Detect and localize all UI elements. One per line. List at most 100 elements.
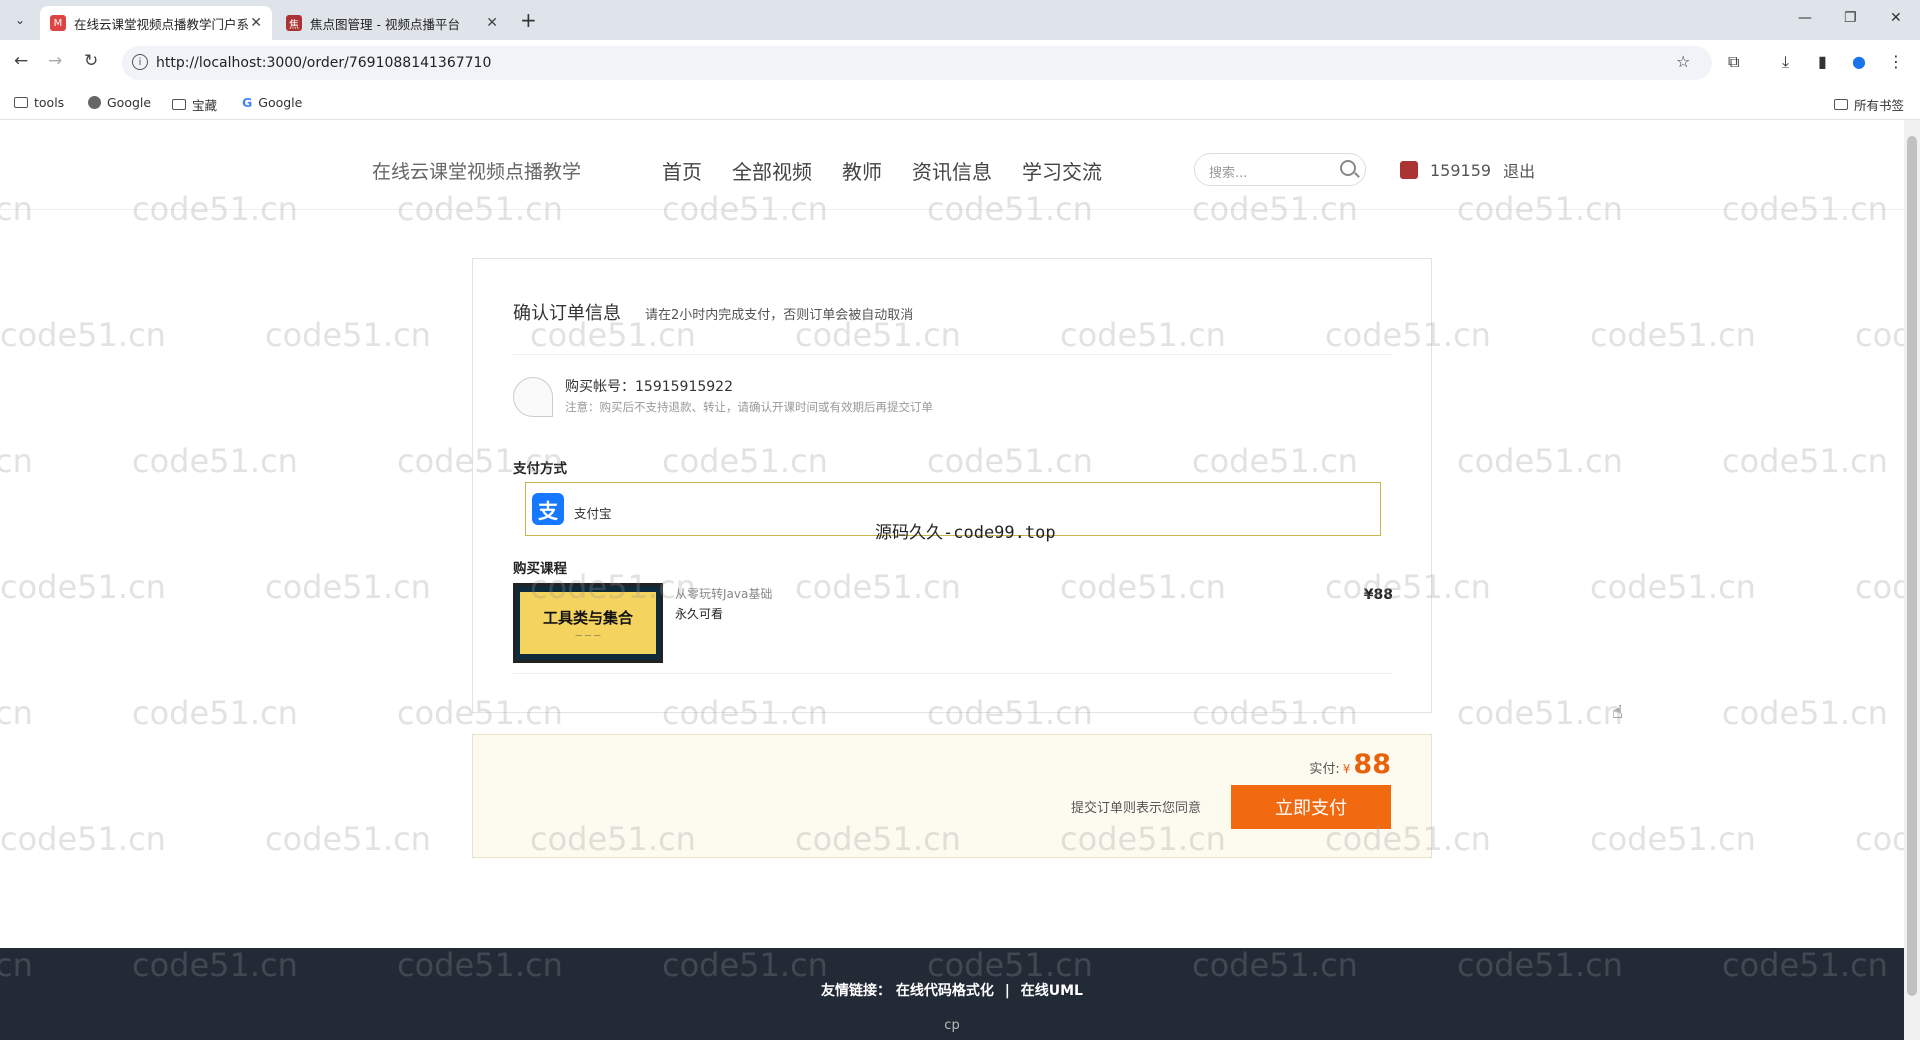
bookmark-treasure[interactable]: 宝藏 <box>172 95 217 114</box>
watermark-text: code51.cn <box>0 568 166 606</box>
course-price: ¥88 <box>1363 587 1393 603</box>
main-nav: 首页 全部视频 教师 资讯信息 学习交流 <box>662 156 1102 185</box>
watermark-text: code51.cn <box>1590 820 1756 858</box>
avatar[interactable] <box>1400 161 1418 179</box>
watermark-text: code51.cn <box>1855 820 1904 858</box>
bookmark-label: 所有书签 <box>1854 98 1905 113</box>
copyright: cp <box>944 1018 960 1033</box>
tab-title: 焦点图管理 - 视频点播平台 <box>310 16 460 32</box>
bookmark-google[interactable]: Google <box>88 95 151 110</box>
paid-label: 实付: <box>1309 762 1340 777</box>
watermark-text: code51.cn <box>0 820 166 858</box>
nav-teachers[interactable]: 教师 <box>842 156 882 185</box>
search-placeholder: 搜索... <box>1209 166 1248 181</box>
close-window-icon[interactable]: ✕ <box>1890 10 1902 26</box>
username[interactable]: 159159 <box>1430 161 1491 180</box>
folder-icon <box>1834 99 1848 110</box>
bookmark-label: Google <box>258 95 303 110</box>
site-header: 在线云课堂视频点播教学 首页 全部视频 教师 资讯信息 学习交流 搜索... 1… <box>0 120 1904 210</box>
restore-icon[interactable]: ❐ <box>1844 10 1857 26</box>
paid-amount: 实付: ¥ 88 <box>1309 749 1391 780</box>
web-page: 在线云课堂视频点播教学 首页 全部视频 教师 资讯信息 学习交流 搜索... 1… <box>0 120 1904 1040</box>
agreement-text: 提交订单则表示您同意 <box>1071 801 1202 816</box>
watermark-text: code51.cn <box>1722 442 1888 480</box>
new-tab-icon[interactable]: + <box>520 8 537 32</box>
link-code-format[interactable]: 在线代码格式化 <box>896 983 994 999</box>
watermark-text: code51.cn <box>1590 316 1756 354</box>
browser-tab-active[interactable]: M 在线云课堂视频点播教学门户系 ✕ <box>40 6 272 40</box>
purchase-note: 注意：购买后不支持退款、转让，请确认开课时间或有效期后再提交订单 <box>565 400 933 414</box>
profile-icon[interactable]: ● <box>1852 52 1866 71</box>
overlay-text: 源码久久-code99.top <box>875 523 1056 543</box>
payment-summary: 实付: ¥ 88 提交订单则表示您同意 立即支付 <box>472 734 1432 858</box>
side-panel-icon[interactable]: ▮ <box>1818 52 1827 71</box>
scrollbar-thumb[interactable] <box>1907 136 1917 996</box>
nav-home[interactable]: 首页 <box>662 156 702 185</box>
extensions-icon[interactable]: ⧉ <box>1728 52 1739 72</box>
bookmark-star-icon[interactable]: ☆ <box>1676 52 1690 71</box>
account-label: 购买帐号：15915915922 <box>565 379 733 395</box>
logout-link[interactable]: 退出 <box>1503 158 1535 182</box>
google-icon: G <box>242 95 253 110</box>
link-separator: | <box>1004 983 1010 999</box>
site-info-icon[interactable]: i <box>132 54 148 70</box>
search-input[interactable]: 搜索... <box>1194 153 1366 186</box>
course-name[interactable]: 从零玩转Java基础 <box>675 585 772 602</box>
bookmark-label: Google <box>107 95 152 110</box>
account-avatar <box>513 377 553 417</box>
user-area: 159159 退出 <box>1400 158 1535 182</box>
browser-toolbar: ← → ↻ i http://localhost:3000/order/7691… <box>0 40 1920 86</box>
minimize-icon[interactable]: — <box>1798 10 1812 26</box>
divider <box>513 354 1393 355</box>
link-uml[interactable]: 在线UML <box>1021 983 1083 999</box>
search-icon[interactable] <box>1340 160 1356 176</box>
watermark-text: code51.cn <box>1722 694 1888 732</box>
back-icon[interactable]: ← <box>14 51 28 71</box>
pay-now-button[interactable]: 立即支付 <box>1231 785 1391 829</box>
browser-tab[interactable]: 焦 焦点图管理 - 视频点播平台 ✕ <box>276 6 508 40</box>
course-label: 购买课程 <box>513 561 567 577</box>
watermark-text: code51.cn <box>0 694 33 732</box>
forward-icon[interactable]: → <box>48 51 62 71</box>
site-favicon-icon: M <box>50 15 66 31</box>
thumbnail-subline: — — — <box>575 631 601 639</box>
watermark-text: code51.cn <box>265 568 431 606</box>
nav-all-videos[interactable]: 全部视频 <box>732 156 812 185</box>
browser-tab-strip: ⌄ M 在线云课堂视频点播教学门户系 ✕ 焦 焦点图管理 - 视频点播平台 ✕ … <box>0 0 1920 40</box>
bookmark-tools[interactable]: tools <box>14 95 64 110</box>
watermark-text: code51.cn <box>1457 694 1623 732</box>
nav-forum[interactable]: 学习交流 <box>1022 156 1102 185</box>
links-label: 友情链接： <box>821 983 891 999</box>
currency-symbol: ¥ <box>1342 762 1351 776</box>
mouse-cursor-icon: ☝ <box>1612 702 1623 723</box>
divider <box>513 673 1393 674</box>
watermark-text: code51.cn <box>1457 442 1623 480</box>
menu-icon[interactable]: ⋮ <box>1888 52 1904 71</box>
download-icon[interactable]: ⤓ <box>1782 52 1789 72</box>
address-bar[interactable]: i http://localhost:3000/order/7691088141… <box>122 46 1712 80</box>
alipay-icon: 支 <box>532 493 564 525</box>
all-bookmarks[interactable]: 所有书签 <box>1834 95 1904 114</box>
reload-icon[interactable]: ↻ <box>84 51 98 71</box>
watermark-text: code51.cn <box>132 442 298 480</box>
watermark-text: code51.cn <box>0 442 33 480</box>
page-scrollbar[interactable] <box>1904 120 1920 1040</box>
watermark-text: code51.cn <box>1590 568 1756 606</box>
site-favicon-icon: 焦 <box>286 15 302 31</box>
tab-search-icon[interactable]: ⌄ <box>8 9 32 31</box>
amount-value: 88 <box>1353 749 1391 780</box>
site-title[interactable]: 在线云课堂视频点播教学 <box>372 157 581 184</box>
payment-method-label: 支付方式 <box>513 461 567 477</box>
course-validity: 永久可看 <box>675 607 724 621</box>
close-tab-icon[interactable]: ✕ <box>486 15 498 31</box>
alipay-label: 支付宝 <box>574 506 612 521</box>
site-footer: 友情链接： 在线代码格式化 | 在线UML cp <box>0 948 1904 1040</box>
globe-icon <box>88 96 101 109</box>
nav-news[interactable]: 资讯信息 <box>912 156 992 185</box>
watermark-text: code51.cn <box>132 694 298 732</box>
order-confirm-panel: 确认订单信息 请在2小时内完成支付，否则订单会被自动取消 购买帐号：159159… <box>472 258 1432 713</box>
bookmark-label: 宝藏 <box>192 98 218 113</box>
course-thumbnail[interactable]: 工具类与集合 — — — <box>513 583 663 663</box>
bookmark-google-2[interactable]: G Google <box>242 95 302 110</box>
close-tab-icon[interactable]: ✕ <box>250 15 262 31</box>
